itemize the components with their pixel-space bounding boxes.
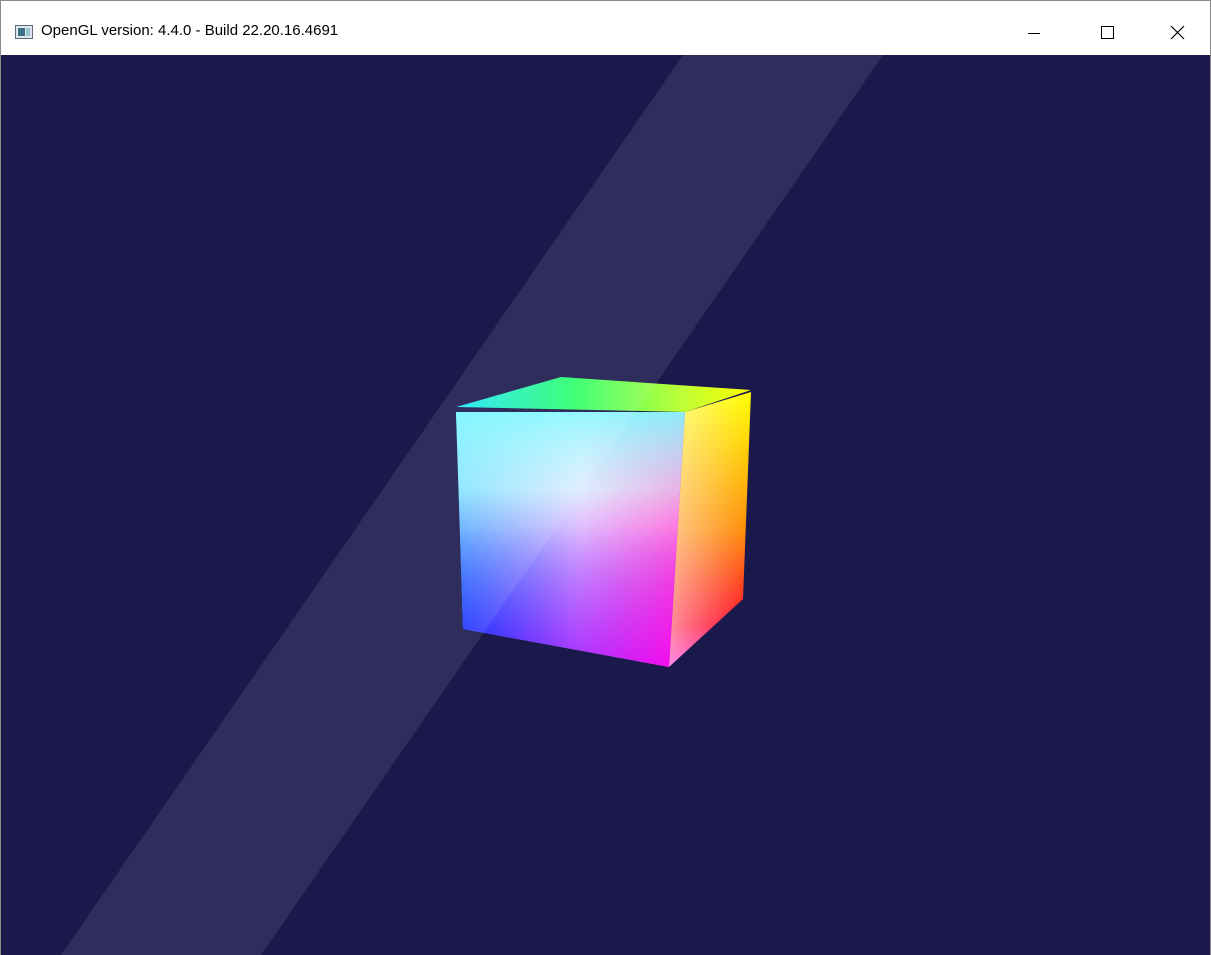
close-icon: [1170, 25, 1185, 40]
maximize-icon: [1101, 26, 1114, 39]
close-button[interactable]: [1154, 11, 1200, 53]
maximize-button[interactable]: [1083, 11, 1129, 53]
minimize-icon: [1028, 33, 1040, 34]
render-canvas: [61, 55, 883, 955]
watermark: [61, 55, 883, 955]
opengl-viewport[interactable]: [1, 55, 1210, 955]
application-icon[interactable]: [15, 25, 33, 39]
window-title: OpenGL version: 4.4.0 - Build 22.20.16.4…: [41, 22, 339, 39]
title-bar[interactable]: OpenGL version: 4.4.0 - Build 22.20.16.4…: [1, 0, 1210, 55]
minimize-button[interactable]: [1010, 11, 1056, 53]
app-window: OpenGL version: 4.4.0 - Build 22.20.16.4…: [0, 0, 1211, 955]
